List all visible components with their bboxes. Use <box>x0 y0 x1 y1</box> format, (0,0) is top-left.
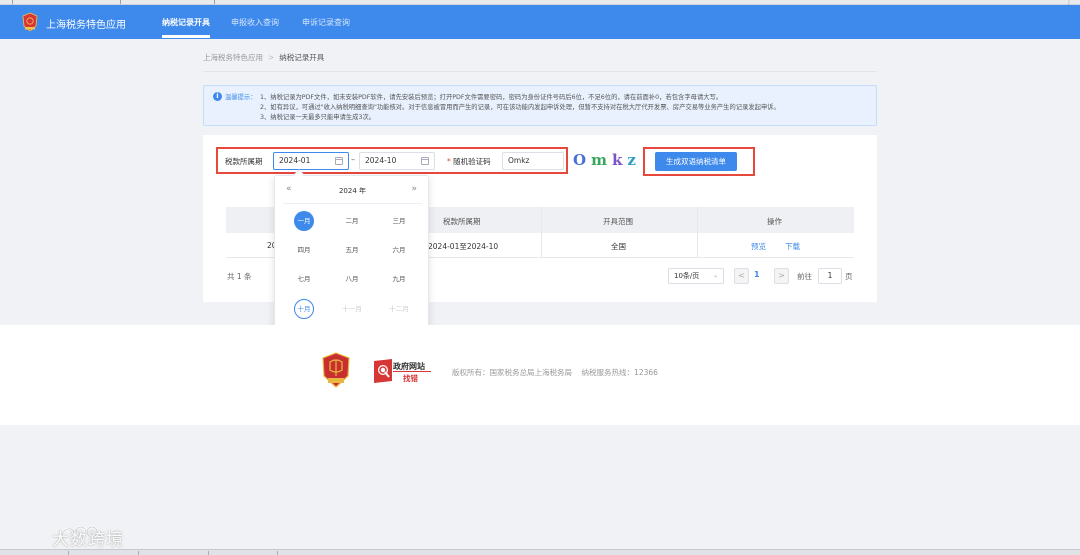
watermark-text: 大数跨境 <box>52 530 124 550</box>
gov-site-underline <box>393 371 431 372</box>
month-picker-popup: « 2024 年 » 一月 二月 三月 四月 五月 六月 七月 八月 九月 十月 十一月 十二月 <box>274 169 430 332</box>
nav-tab-tax-record[interactable]: 纳税记录开具 <box>162 17 210 28</box>
period-label: 税款所属期 <box>225 157 263 166</box>
cell-scope: 全国 <box>611 242 626 251</box>
preview-link[interactable]: 预览 <box>751 241 766 252</box>
page-size-select[interactable]: 10条/页 ⌄ <box>668 268 724 284</box>
month-option[interactable]: 六月 <box>389 240 409 260</box>
month-option[interactable]: 二月 <box>342 211 362 231</box>
month-option: 十二月 <box>389 305 409 313</box>
picker-year-label[interactable]: 2024 年 <box>275 186 430 196</box>
column-header-actions: 操作 <box>767 217 782 226</box>
column-divider <box>541 207 542 258</box>
active-tab-indicator <box>162 35 210 38</box>
captcha-input[interactable]: Omkz <box>502 152 564 170</box>
goto-page-input[interactable]: 1 <box>818 268 842 284</box>
calendar-icon <box>421 157 429 165</box>
brand-title[interactable]: 上海税务特色应用 <box>46 16 126 31</box>
month-option[interactable]: 三月 <box>389 211 409 231</box>
end-date-value: 2024-10 <box>365 156 397 165</box>
cell-period: 2024-01至2024-10 <box>428 242 499 251</box>
breadcrumb-divider <box>203 71 877 72</box>
notice-line-1: 1、纳税记录为PDF文件，如未安装PDF软件，请先安装后预览；打开PDF文件需要… <box>260 94 723 101</box>
month-option[interactable]: 八月 <box>342 269 362 289</box>
column-header-period: 税款所属期 <box>443 217 481 226</box>
breadcrumb-root[interactable]: 上海税务特色应用 <box>203 53 263 62</box>
month-option[interactable]: 七月 <box>294 269 314 289</box>
goto-label: 前往 <box>797 272 812 281</box>
prev-page-button[interactable]: < <box>734 268 749 284</box>
breadcrumb-separator: > <box>268 53 275 62</box>
nav-tab-appeal-query[interactable]: 申诉记录查询 <box>302 17 350 28</box>
notice-title: 温馨提示： <box>225 94 257 101</box>
notice-line-3: 3、纳税记录一天最多只能申请生成3次。 <box>260 114 376 121</box>
breadcrumb: 上海税务特色应用 > 纳税记录开具 <box>203 52 324 63</box>
tax-emblem-icon <box>322 352 350 388</box>
next-page-button[interactable]: > <box>774 268 789 284</box>
lower-background <box>0 425 1080 549</box>
notice-line-2: 2、如有异议，可通过"收入纳税明细查询"功能核对。对于信息被冒用而产生的记录，可… <box>260 104 780 111</box>
notice-box: i 温馨提示： 1、纳税记录为PDF文件，如未安装PDF软件，请先安装后预览；打… <box>203 85 877 126</box>
os-taskbar <box>0 549 1080 555</box>
month-option: 十一月 <box>342 305 362 313</box>
calendar-icon <box>335 157 343 165</box>
start-date-value: 2024-01 <box>279 156 311 165</box>
info-icon: i <box>213 92 222 101</box>
download-link[interactable]: 下载 <box>785 241 800 252</box>
top-navbar: 上海税务特色应用 纳税记录开具 申报收入查询 申诉记录查询 <box>0 5 1080 39</box>
column-header-scope: 开具范围 <box>603 217 633 226</box>
column-divider <box>697 207 698 258</box>
month-option[interactable]: 一月 <box>294 211 314 231</box>
next-year-icon[interactable]: » <box>411 184 417 194</box>
month-option[interactable]: 四月 <box>294 240 314 260</box>
month-option[interactable]: 五月 <box>342 240 362 260</box>
current-page-number[interactable]: 1 <box>754 270 760 279</box>
captcha-image[interactable]: Omkz <box>573 151 637 171</box>
breadcrumb-current: 纳税记录开具 <box>279 53 325 62</box>
chevron-down-icon: ⌄ <box>712 272 718 279</box>
captcha-label: * 随机验证码 <box>447 157 491 166</box>
picker-divider <box>283 203 422 204</box>
range-separator: – <box>351 155 355 164</box>
total-count: 共 1 条 <box>227 272 252 281</box>
tax-emblem-icon[interactable] <box>22 12 38 32</box>
gov-site-search-icon[interactable] <box>372 357 394 385</box>
gov-site-error-label[interactable]: 找错 <box>403 373 418 384</box>
copyright-text: 版权所有：国家税务总局上海税务局 纳税服务热线：12366 <box>452 368 658 377</box>
page-suffix: 页 <box>845 272 853 281</box>
end-date-input[interactable]: 2024-10 <box>359 152 435 170</box>
month-option[interactable]: 十月 <box>294 299 314 319</box>
generate-list-button[interactable]: 生成双语纳税清单 <box>655 152 737 171</box>
month-option[interactable]: 九月 <box>389 269 409 289</box>
start-date-input[interactable]: 2024-01 <box>273 152 349 170</box>
nav-tab-income-query[interactable]: 申报收入查询 <box>231 17 279 28</box>
